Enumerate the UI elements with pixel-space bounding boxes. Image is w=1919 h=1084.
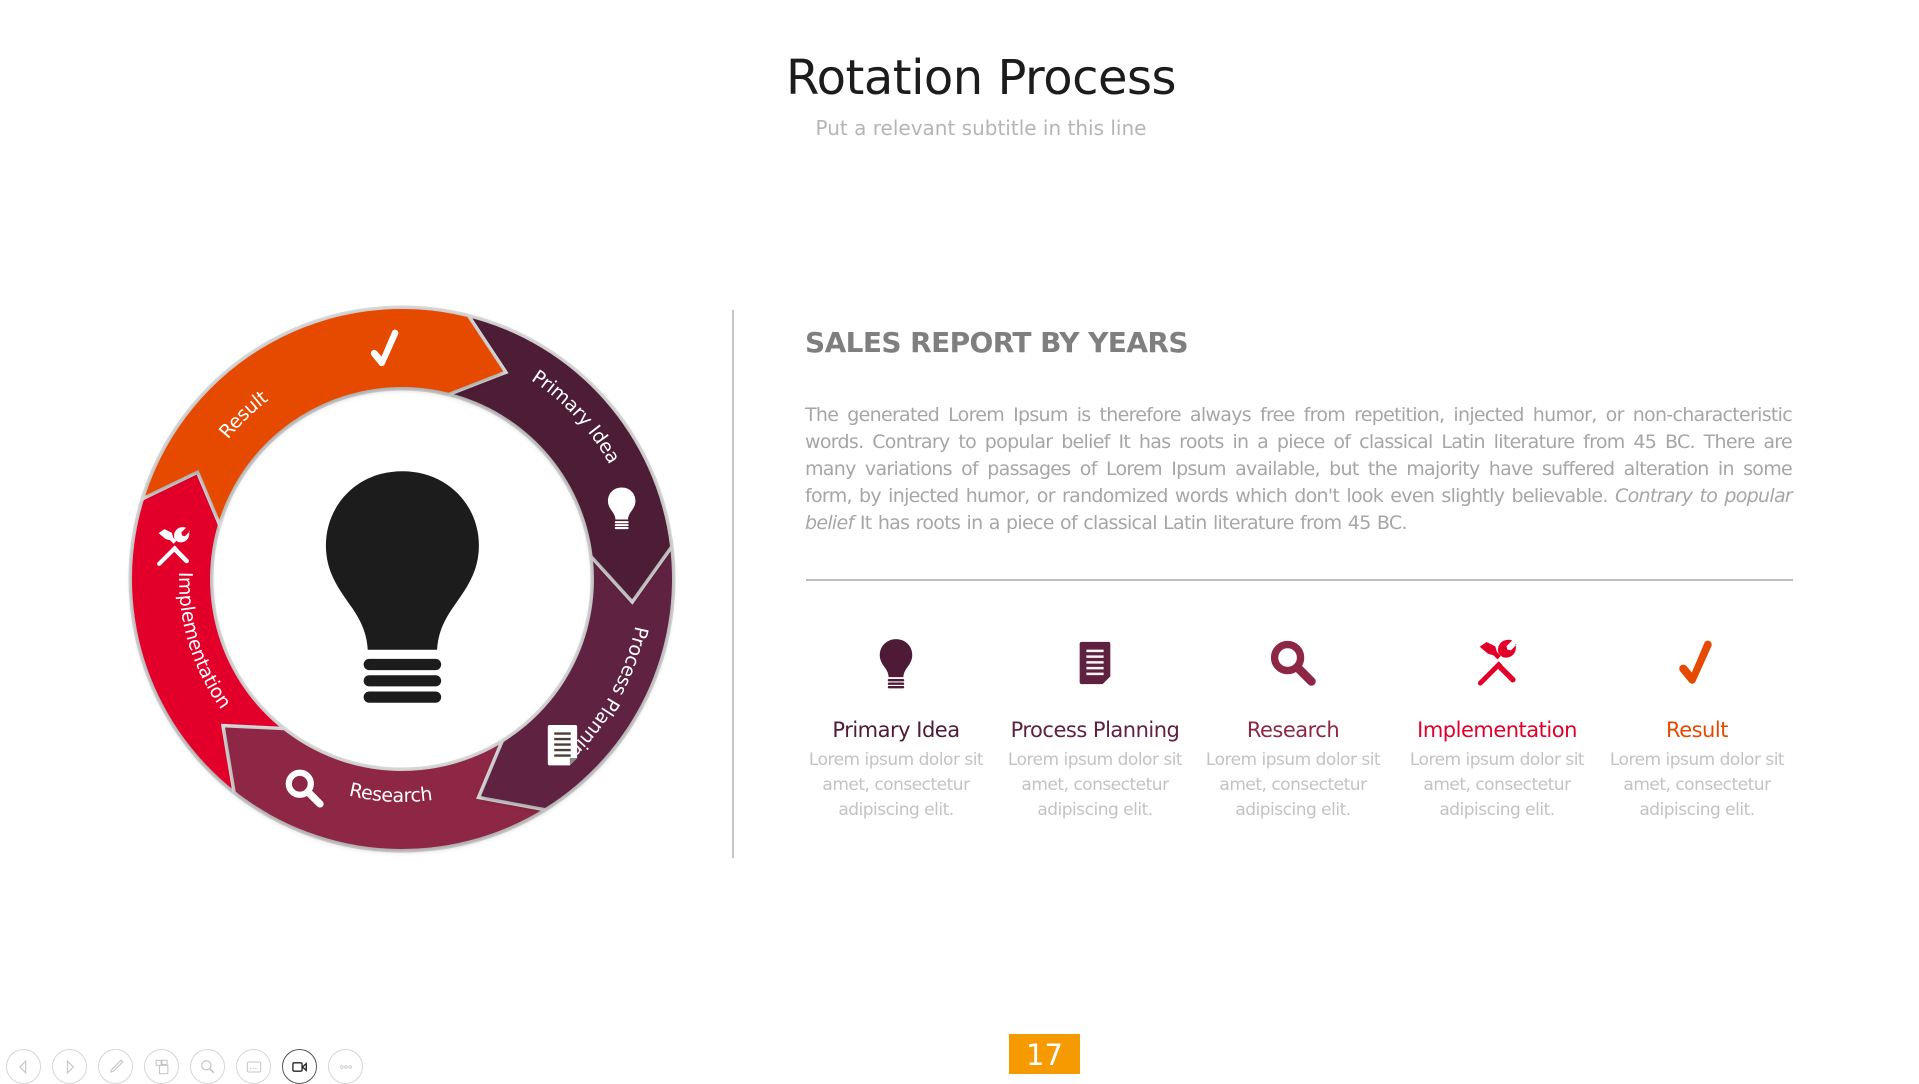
arrow-right-icon bbox=[66, 1059, 74, 1074]
previous-slide-button[interactable] bbox=[6, 1049, 41, 1084]
ring-document-icon bbox=[547, 725, 578, 766]
camera-button[interactable] bbox=[282, 1049, 317, 1084]
grid-icon bbox=[155, 1059, 168, 1074]
step-description: Lorem ipsum dolor sit amet, consectetur … bbox=[1007, 750, 1183, 820]
rotation-cycle-diagram: Primary IdeaProcess PlanningResearchImpl… bbox=[128, 305, 676, 853]
step-title: Implementation bbox=[1417, 718, 1577, 742]
subtitles-button[interactable] bbox=[236, 1049, 271, 1084]
step-description: Lorem ipsum dolor sit amet, consectetur … bbox=[1205, 750, 1381, 820]
vertical-divider bbox=[732, 310, 734, 858]
step-research: Research Lorem ipsum dolor sit amet, con… bbox=[1198, 636, 1388, 823]
step-implementation: Implementation Lorem ipsum dolor sit ame… bbox=[1402, 636, 1592, 823]
step-description: Lorem ipsum dolor sit amet, consectetur … bbox=[1609, 750, 1785, 820]
magnifier-icon bbox=[1270, 640, 1316, 686]
report-heading: SALES REPORT BY YEARS bbox=[805, 326, 1189, 359]
page-number: 17 bbox=[1009, 1034, 1080, 1074]
zoom-button[interactable] bbox=[190, 1049, 225, 1084]
more-options-button[interactable] bbox=[328, 1049, 363, 1084]
pen-button[interactable] bbox=[98, 1049, 133, 1084]
arrow-left-icon bbox=[18, 1059, 26, 1074]
step-title: Process Planning bbox=[1010, 718, 1180, 742]
step-icon bbox=[1602, 636, 1792, 690]
slide-subtitle: Put a relevant subtitle in this line bbox=[815, 116, 1147, 140]
center-lightbulb-icon bbox=[325, 471, 479, 703]
report-body: The generated Lorem Ipsum is therefore a… bbox=[805, 402, 1793, 537]
step-result: Result Lorem ipsum dolor sit amet, conse… bbox=[1602, 636, 1792, 823]
tools-icon bbox=[1477, 639, 1517, 686]
report-body-tail: It has roots in a piece of classical Lat… bbox=[859, 512, 1408, 534]
step-process-planning: Process Planning Lorem ipsum dolor sit a… bbox=[1000, 636, 1190, 823]
step-description: Lorem ipsum dolor sit amet, consectetur … bbox=[808, 750, 984, 820]
step-icon bbox=[1402, 636, 1592, 690]
step-icon bbox=[801, 636, 991, 690]
slide-title: Rotation Process bbox=[785, 50, 1177, 106]
checkmark-icon bbox=[1679, 640, 1712, 684]
step-icon bbox=[1000, 636, 1190, 690]
step-description: Lorem ipsum dolor sit amet, consectetur … bbox=[1409, 750, 1585, 820]
step-icon bbox=[1198, 636, 1388, 690]
video-camera-icon bbox=[291, 1061, 307, 1072]
presentation-toolbar bbox=[6, 1049, 363, 1084]
horizontal-divider bbox=[806, 579, 1793, 581]
next-slide-button[interactable] bbox=[52, 1049, 87, 1084]
slides-overview-button[interactable] bbox=[144, 1049, 179, 1084]
document-icon bbox=[1079, 641, 1111, 685]
more-icon bbox=[339, 1064, 352, 1069]
step-title: Research bbox=[1246, 718, 1340, 742]
lightbulb-icon bbox=[879, 639, 913, 689]
step-title: Result bbox=[1666, 718, 1728, 742]
magnifier-icon bbox=[200, 1059, 214, 1073]
subtitles-icon bbox=[246, 1060, 261, 1073]
pen-icon bbox=[109, 1059, 123, 1073]
step-title: Primary Idea bbox=[832, 718, 960, 742]
step-primary-idea: Primary Idea Lorem ipsum dolor sit amet,… bbox=[801, 636, 991, 823]
